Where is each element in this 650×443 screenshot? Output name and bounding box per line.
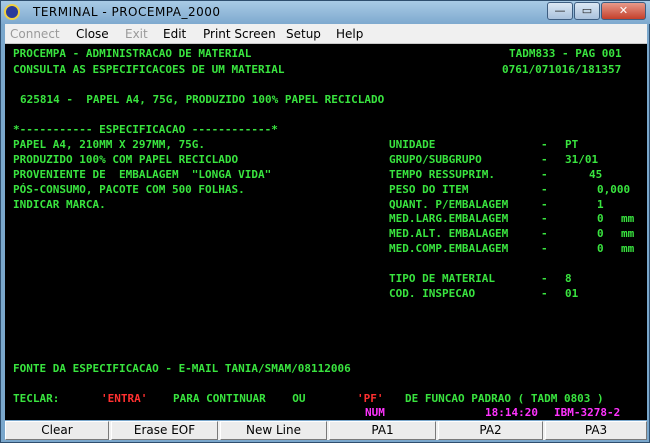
menu-help[interactable]: Help xyxy=(336,27,363,41)
attr-value-comprimento: 0 xyxy=(597,242,604,255)
attr-separator: - xyxy=(541,183,548,196)
title-bar[interactable]: TERMINAL - PROCEMPA_2000 — ▭ ✕ xyxy=(1,1,650,24)
source-line: FONTE DA ESPECIFICACAO - E-MAIL TANIA/SM… xyxy=(13,362,351,375)
spec-line: PRODUZIDO 100% COM PAPEL RECICLADO xyxy=(13,153,239,166)
menu-connect[interactable]: Connect xyxy=(10,27,60,41)
attr-value-grupo: 31/01 xyxy=(565,153,599,166)
status-terminal-model: IBM-3278-2 xyxy=(554,406,621,419)
attr-separator: - xyxy=(541,272,548,285)
attr-separator: - xyxy=(541,168,548,181)
spec-line: PÓS-CONSUMO, PACOTE COM 500 FOLHAS. xyxy=(13,183,245,196)
screen-header-function: CONSULTA AS ESPECIFICACOES DE UM MATERIA… xyxy=(13,63,285,76)
attr-label-grupo: GRUPO/SUBGRUPO xyxy=(389,153,482,166)
clear-button[interactable]: Clear xyxy=(5,421,109,440)
attr-separator: - xyxy=(541,287,548,300)
terminal-screen[interactable]: PROCEMPA - ADMINISTRACAO DE MATERIAL TAD… xyxy=(5,44,647,420)
cod-inspecao-label: COD. INSPECAO xyxy=(389,287,476,300)
menu-print-screen[interactable]: Print Screen xyxy=(203,27,276,41)
spec-title: *----------- ESPECIFICACAO ------------* xyxy=(13,123,278,136)
attr-label-peso: PESO DO ITEM xyxy=(389,183,469,196)
screen-header-session: 0761/071016/181357 xyxy=(502,63,622,76)
erase-eof-button[interactable]: Erase EOF xyxy=(111,421,218,440)
attr-value-largura: 0 xyxy=(597,212,604,225)
spec-line: PROVENIENTE DE EMBALAGEM "LONGA VIDA" xyxy=(13,168,272,181)
status-clock: 18:14:20 xyxy=(485,406,538,419)
footer-continuar: PARA CONTINUAR OU xyxy=(173,392,306,405)
cod-inspecao-value: 01 xyxy=(565,287,579,300)
menu-exit[interactable]: Exit xyxy=(125,27,148,41)
status-num-indicator: NUM xyxy=(365,406,385,419)
tipo-material-value: 8 xyxy=(565,272,572,285)
pa2-button[interactable]: PA2 xyxy=(438,421,543,440)
attr-unit-altura: mm xyxy=(621,227,635,240)
attr-value-peso: 0,000 xyxy=(597,183,631,196)
footer-pf-key: 'PF' xyxy=(357,392,384,405)
attr-separator: - xyxy=(541,212,548,225)
attr-unit-comprimento: mm xyxy=(621,242,635,255)
pa3-button[interactable]: PA3 xyxy=(545,421,647,440)
attr-label-altura: MED.ALT. EMBALAGEM xyxy=(389,227,509,240)
attr-label-comprimento: MED.COMP.EMBALAGEM xyxy=(389,242,509,255)
material-line: 625814 - PAPEL A4, 75G, PRODUZIDO 100% P… xyxy=(20,93,385,106)
minimize-button[interactable]: — xyxy=(547,2,573,20)
attr-label-unidade: UNIDADE xyxy=(389,138,436,151)
attr-separator: - xyxy=(541,198,548,211)
app-icon xyxy=(4,4,20,20)
maximize-button[interactable]: ▭ xyxy=(574,2,600,20)
menu-bar: Connect Close Exit Edit Print Screen Set… xyxy=(5,24,647,44)
attr-unit-largura: mm xyxy=(621,212,635,225)
window-title: TERMINAL - PROCEMPA_2000 xyxy=(33,5,221,19)
screen-header-program: TADM833 - PAG 001 xyxy=(509,47,622,60)
attr-value-quant: 1 xyxy=(597,198,604,211)
footer-teclar: TECLAR: xyxy=(13,392,60,405)
close-button[interactable]: ✕ xyxy=(601,2,646,20)
attr-separator: - xyxy=(541,153,548,166)
attr-value-tempo: 45 xyxy=(589,168,603,181)
menu-close[interactable]: Close xyxy=(76,27,109,41)
menu-setup[interactable]: Setup xyxy=(286,27,321,41)
attr-separator: - xyxy=(541,227,548,240)
new-line-button[interactable]: New Line xyxy=(220,421,327,440)
attr-label-largura: MED.LARG.EMBALAGEM xyxy=(389,212,509,225)
attr-label-quant: QUANT. P/EMBALAGEM xyxy=(389,198,509,211)
tipo-material-label: TIPO DE MATERIAL xyxy=(389,272,495,285)
menu-edit[interactable]: Edit xyxy=(163,27,186,41)
attr-value-unidade: PT xyxy=(565,138,579,151)
attr-label-tempo: TEMPO RESSUPRIM. xyxy=(389,168,495,181)
terminal-window: TERMINAL - PROCEMPA_2000 — ▭ ✕ Connect C… xyxy=(0,0,650,443)
footer-entra-key: 'ENTRA' xyxy=(101,392,148,405)
attr-value-altura: 0 xyxy=(597,227,604,240)
attr-separator: - xyxy=(541,242,548,255)
spec-line: PAPEL A4, 210MM X 297MM, 75G. xyxy=(13,138,206,151)
footer-funcao-padrao: DE FUNCAO PADRAO ( TADM 0803 ) xyxy=(405,392,604,405)
screen-header-system: PROCEMPA - ADMINISTRACAO DE MATERIAL xyxy=(13,47,252,60)
spec-line: INDICAR MARCA. xyxy=(13,198,106,211)
pa1-button[interactable]: PA1 xyxy=(329,421,436,440)
function-key-bar: Clear Erase EOF New Line PA1 PA2 PA3 xyxy=(5,421,647,440)
attr-separator: - xyxy=(541,138,548,151)
